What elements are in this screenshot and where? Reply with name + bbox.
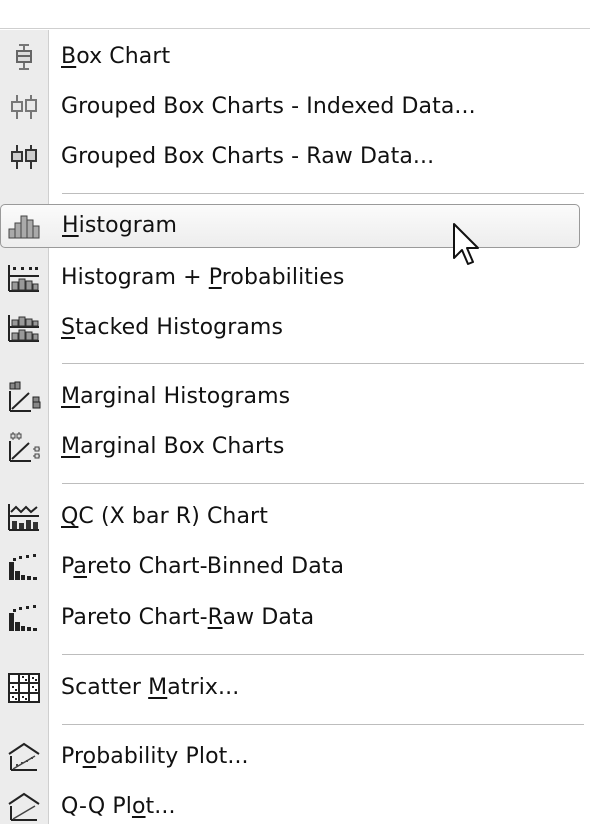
menu-separator [62,363,584,364]
menu-item-label: QC (X bar R) Chart [61,504,268,529]
qc-chart-icon [0,495,48,539]
grouped-box-raw-icon [0,135,48,179]
menu-item-label: Stacked Histograms [61,315,284,340]
menu-item-stacked-histograms[interactable]: Stacked Histograms [0,306,580,350]
menu-item-histogram-probabilities[interactable]: Histogram + Probabilities [0,256,580,300]
menu-separator [62,724,584,725]
pareto-binned-icon [0,545,48,589]
menu-item-label: Grouped Box Charts - Raw Data... [61,144,435,169]
menu-top-border [0,28,590,29]
qq-plot-icon [0,785,48,829]
pareto-raw-icon [0,596,48,640]
menu-item-scatter-matrix[interactable]: Scatter Matrix... [0,666,580,710]
menu-item-qq-plot[interactable]: Q-Q Plot... [0,785,580,829]
menu-item-marginal-histograms[interactable]: Marginal Histograms [0,375,580,419]
menu-item-label: Histogram [62,213,178,238]
menu-item-label: Histogram + Probabilities [61,265,345,290]
menu-item-box-chart[interactable]: Box Chart [0,35,580,79]
menu-item-label: Marginal Box Charts [61,434,285,459]
menu-item-grouped-box-indexed[interactable]: Grouped Box Charts - Indexed Data... [0,85,580,129]
menu-item-marginal-box-charts[interactable]: Marginal Box Charts [0,425,580,469]
menu-item-histogram[interactable]: Histogram [0,204,580,248]
probability-plot-icon [0,735,48,779]
histogram-probabilities-icon [0,256,48,300]
menu-item-label: Scatter Matrix... [61,675,240,700]
grouped-box-indexed-icon [0,85,48,129]
menu-item-grouped-box-raw[interactable]: Grouped Box Charts - Raw Data... [0,135,580,179]
menu-item-pareto-raw[interactable]: Pareto Chart-Raw Data [0,596,580,640]
scatter-matrix-icon [0,666,48,710]
menu-item-label: Box Chart [61,44,171,69]
stacked-histograms-icon [0,306,48,350]
marginal-box-charts-icon [0,425,48,469]
menu-item-label: Grouped Box Charts - Indexed Data... [61,94,476,119]
menu-item-label: Q-Q Plot... [61,794,176,819]
menu-item-label: Pareto Chart-Raw Data [61,605,315,630]
menu-separator [62,483,584,484]
context-menu: Box Chart Grouped Box Charts - Indexed D… [0,0,612,824]
histogram-icon [1,204,49,248]
menu-item-probability-plot[interactable]: Probability Plot... [0,735,580,779]
menu-item-label: Marginal Histograms [61,384,291,409]
marginal-histograms-icon [0,375,48,419]
menu-item-label: Probability Plot... [61,744,249,769]
menu-separator [62,193,584,194]
menu-item-qc-chart[interactable]: QC (X bar R) Chart [0,495,580,539]
menu-item-pareto-binned[interactable]: Pareto Chart-Binned Data [0,545,580,589]
box-chart-icon [0,35,48,79]
menu-item-label: Pareto Chart-Binned Data [61,554,345,579]
mouse-pointer-icon [452,222,482,270]
menu-separator [62,654,584,655]
